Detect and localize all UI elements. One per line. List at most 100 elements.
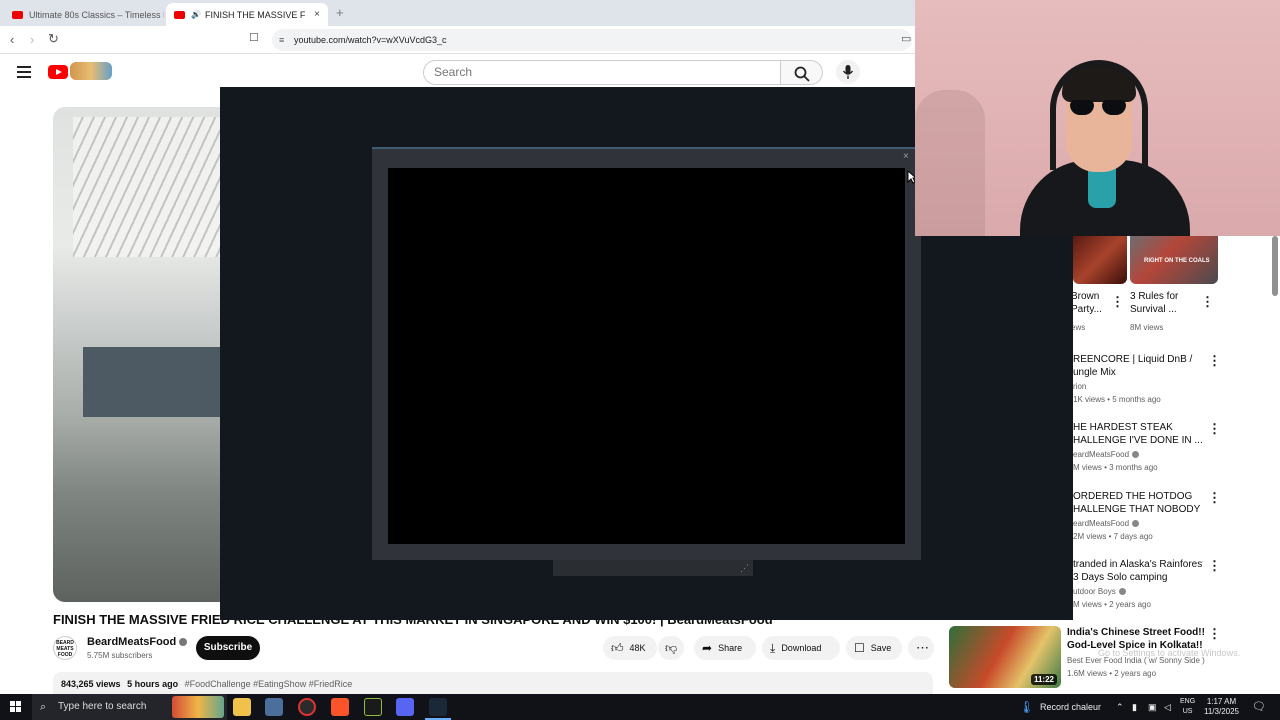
- like-count: 48K: [629, 643, 646, 653]
- rec-title[interactable]: HE HARDEST STEAK HALLENGE I'VE DONE IN .…: [1073, 421, 1203, 447]
- windows-start-icon[interactable]: [10, 701, 22, 713]
- reload-icon[interactable]: ↻: [48, 31, 59, 47]
- view-count: 843,265 views: [61, 679, 121, 689]
- app-icon[interactable]: [364, 698, 382, 716]
- more-options-icon[interactable]: [1206, 353, 1221, 369]
- rec-stats: 1K views • 5 months ago: [1073, 395, 1161, 404]
- webcam-feed: [915, 0, 1280, 236]
- download-icon: ⤓: [770, 641, 776, 655]
- menu-icon[interactable]: [17, 66, 31, 78]
- search-icon: ⌕: [40, 701, 47, 713]
- more-actions-button[interactable]: ⋯: [908, 636, 934, 660]
- rec-channel[interactable]: utdoor Boys: [1073, 587, 1126, 596]
- forward-icon[interactable]: ›: [30, 32, 34, 47]
- page-scrollbar[interactable]: [1272, 236, 1278, 296]
- verified-icon: [1118, 588, 1126, 596]
- youtube-logo-icon[interactable]: [48, 65, 68, 79]
- more-options-icon[interactable]: [1109, 294, 1124, 310]
- rec-channel[interactable]: rion: [1073, 382, 1086, 391]
- youtube-doodle[interactable]: [70, 62, 112, 80]
- close-dialog-icon[interactable]: ×: [903, 151, 909, 162]
- calculator-icon[interactable]: [265, 698, 283, 716]
- file-explorer-icon[interactable]: [233, 698, 251, 716]
- rec-stats: M views • 2 years ago: [1073, 600, 1151, 609]
- download-button[interactable]: ⤓ Download: [762, 636, 840, 660]
- search-button[interactable]: [781, 60, 823, 85]
- windows-taskbar: ⌕ Type here to search 🌡︎ Record chaleur …: [0, 694, 1280, 720]
- steam-icon[interactable]: [425, 698, 451, 720]
- tab-ultimate-80s[interactable]: Ultimate 80s Classics – Timeless Icon: [4, 3, 164, 26]
- rec-thumbnail[interactable]: 11:22: [949, 626, 1061, 688]
- more-options-icon[interactable]: [1206, 490, 1221, 506]
- verified-icon: [179, 638, 188, 647]
- rec-stats: 2M views • 7 days ago: [1073, 532, 1153, 541]
- obs-studio-icon[interactable]: [298, 698, 316, 716]
- dislike-button[interactable]: 👎︎: [658, 636, 684, 660]
- more-options-icon[interactable]: [1199, 294, 1214, 310]
- rec-meta: 8M views: [1130, 323, 1164, 332]
- voice-search-button[interactable]: [836, 60, 860, 84]
- share-icon: ➦: [702, 641, 713, 655]
- save-button[interactable]: ☐ Save: [846, 636, 902, 660]
- rec-title[interactable]: tranded in Alaska's Rainforest 3 Days So…: [1073, 558, 1203, 584]
- bookmark-icon[interactable]: ☐: [249, 31, 259, 44]
- channel-name[interactable]: BeardMeatsFood: [87, 636, 188, 648]
- rec-title[interactable]: Brown Party...: [1071, 290, 1111, 316]
- language-indicator[interactable]: ENG US: [1180, 697, 1195, 717]
- system-clock[interactable]: 1:17 AM 11/3/2025: [1204, 697, 1239, 717]
- discord-icon[interactable]: [396, 698, 414, 716]
- hashtags[interactable]: #FoodChallenge #EatingShow #FriedRice: [185, 679, 353, 689]
- search-icon: [794, 66, 810, 82]
- rec-meta: ews: [1071, 323, 1086, 332]
- more-icon: ⋯: [916, 640, 929, 655]
- more-options-icon[interactable]: [1206, 626, 1221, 642]
- url-field[interactable]: ≡ youtube.com/watch?v=wXVuVcdG3_c: [272, 29, 912, 51]
- channel-avatar[interactable]: BEARD MEATS FOOD: [53, 636, 77, 660]
- close-tab-icon[interactable]: ×: [314, 9, 320, 20]
- tab-fried-rice[interactable]: 🔊 FINISH THE MASSIVE FRIED R ×: [166, 3, 328, 26]
- rec-thumbnail[interactable]: RIGHT ON THE COALS: [1130, 236, 1218, 284]
- network-icon[interactable]: ▣: [1148, 694, 1157, 720]
- thumbnail-caption: RIGHT ON THE COALS: [1144, 258, 1210, 264]
- more-options-icon[interactable]: [1206, 421, 1221, 437]
- search-input[interactable]: Search: [423, 60, 781, 85]
- microphone-tray-icon[interactable]: ▮: [1132, 694, 1137, 720]
- notifications-icon[interactable]: 🗨︎: [1252, 694, 1266, 720]
- url-text: youtube.com/watch?v=wXVuVcdG3_c: [294, 35, 447, 45]
- video-duration: 11:22: [1030, 674, 1057, 685]
- rec-title[interactable]: 3 Rules for Survival ...: [1130, 290, 1200, 316]
- taskbar-search-placeholder: Type here to search: [58, 701, 147, 712]
- save-label: Save: [870, 643, 892, 653]
- upload-age: 5 hours ago: [127, 679, 179, 689]
- taskbar-search[interactable]: ⌕ Type here to search: [32, 694, 227, 720]
- description-box[interactable]: 843,265 views 5 hours ago #FoodChallenge…: [53, 672, 933, 694]
- rec-channel[interactable]: eardMeatsFood: [1073, 450, 1140, 459]
- verified-icon: [1132, 520, 1140, 528]
- resize-grip[interactable]: ⋰: [553, 560, 753, 576]
- rec-thumbnail[interactable]: [1073, 236, 1127, 284]
- volume-icon[interactable]: ◁: [1164, 694, 1171, 720]
- thumbs-up-icon: 👍︎: [611, 641, 624, 655]
- rec-channel[interactable]: eardMeatsFood: [1073, 519, 1140, 528]
- weather-text[interactable]: Record chaleur: [1040, 694, 1101, 720]
- resize-handle-icon[interactable]: ⋰: [740, 563, 749, 574]
- youtube-favicon-icon: [12, 10, 23, 19]
- rec-stats: 1.6M views • 2 years ago: [1067, 669, 1157, 678]
- brave-browser-icon[interactable]: [331, 698, 349, 716]
- new-tab-button[interactable]: +: [336, 5, 344, 20]
- activate-windows-watermark: Go to Settings to activate Windows.: [1098, 648, 1241, 658]
- subscriber-count: 5.75M subscribers: [87, 651, 153, 660]
- subscribe-button[interactable]: Subscribe: [196, 636, 260, 660]
- back-icon[interactable]: ‹: [10, 32, 14, 47]
- more-options-icon[interactable]: [1206, 558, 1221, 574]
- rec-title[interactable]: ORDERED THE HOTDOG HALLENGE THAT NOBODY …: [1073, 490, 1203, 516]
- tab-title: Ultimate 80s Classics – Timeless Icon: [29, 9, 164, 20]
- share-button[interactable]: ➦ Share: [694, 636, 756, 660]
- like-button[interactable]: 👍︎ 48K: [603, 636, 657, 660]
- tray-overflow-icon[interactable]: ⌃: [1116, 694, 1124, 720]
- site-info-icon[interactable]: ≡: [279, 29, 284, 51]
- thermometer-icon: 🌡︎: [1019, 700, 1035, 714]
- thumbs-down-icon: 👎︎: [665, 641, 678, 655]
- rec-title[interactable]: REENCORE | Liquid DnB / ungle Mix: [1073, 353, 1203, 379]
- cast-icon[interactable]: ▭: [901, 32, 911, 45]
